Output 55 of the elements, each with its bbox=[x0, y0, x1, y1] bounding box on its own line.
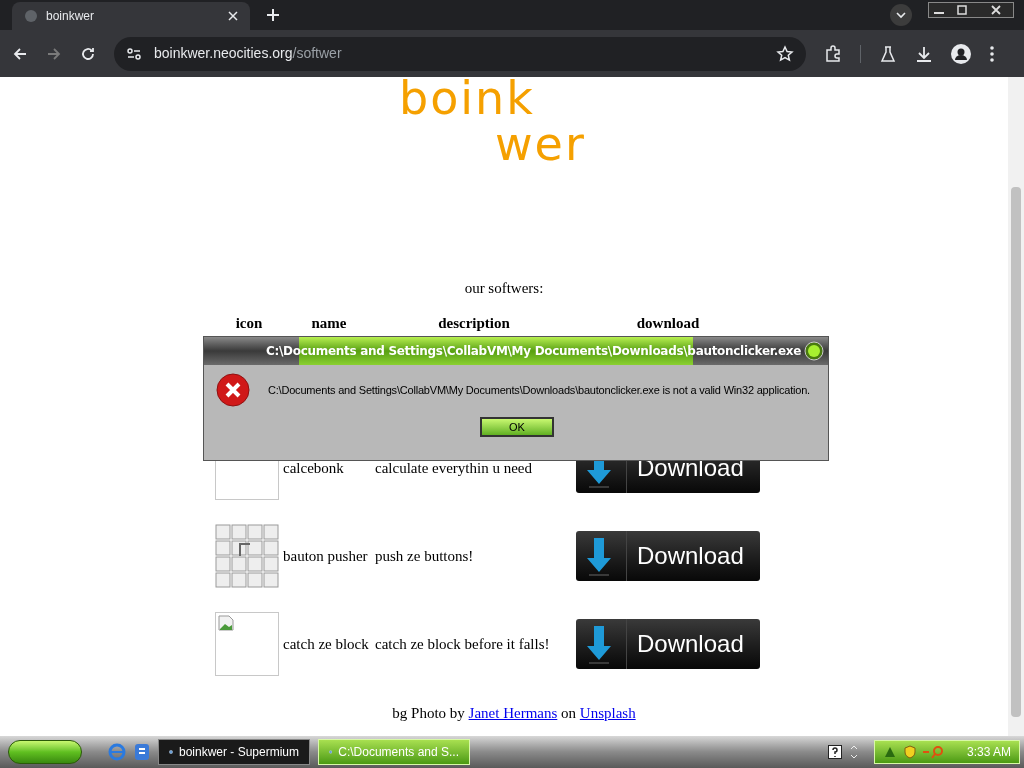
broken-image bbox=[215, 612, 279, 676]
network-icon[interactable] bbox=[883, 745, 897, 759]
close-icon[interactable] bbox=[228, 11, 238, 21]
expand-icon[interactable] bbox=[850, 744, 858, 760]
error-icon bbox=[216, 373, 250, 407]
download-button[interactable]: Download bbox=[576, 531, 760, 581]
forward-icon[interactable] bbox=[46, 45, 62, 62]
arrow-down-icon bbox=[586, 624, 612, 664]
start-button[interactable] bbox=[8, 740, 82, 764]
page-heading: our softwers: bbox=[464, 279, 544, 298]
url-text: boinkwer.neocities.org/softwer bbox=[154, 44, 343, 63]
globe-icon bbox=[24, 9, 38, 23]
column-header: name bbox=[311, 313, 347, 333]
back-icon[interactable] bbox=[12, 45, 28, 62]
site-logo: boink wer bbox=[399, 75, 587, 167]
star-icon[interactable] bbox=[776, 44, 794, 63]
dialog-title: C:\Documents and Settings\CollabVM\My Documents\Downloads\bautonclicker.exe bbox=[266, 343, 802, 360]
address-bar[interactable]: boinkwer.neocities.org/softwer bbox=[114, 36, 806, 71]
reload-icon[interactable] bbox=[80, 45, 96, 62]
tab-title: boinkwer bbox=[46, 8, 96, 25]
help-icon[interactable] bbox=[828, 745, 842, 759]
photo-credit: bg Photo by Janet Hermans on Unsplash bbox=[392, 704, 636, 723]
scrollbar[interactable] bbox=[1008, 77, 1024, 737]
table-cell: push ze buttons! bbox=[375, 547, 474, 564]
table-cell: catch ze block bbox=[283, 635, 369, 652]
new-tab-icon[interactable] bbox=[266, 8, 280, 22]
scrollbar-thumb[interactable] bbox=[1011, 187, 1021, 717]
column-header: icon bbox=[235, 313, 263, 333]
download-button[interactable]: Download bbox=[576, 619, 760, 669]
window-controls-icon[interactable] bbox=[928, 2, 1014, 18]
chevron-icon[interactable] bbox=[890, 4, 912, 26]
column-header: download bbox=[636, 313, 700, 333]
close-icon[interactable] bbox=[804, 341, 824, 361]
error-message: C:\Documents and Settings\CollabVM\My Documents\Downloads\bautonclicker.exe is not a valid Win32 application. bbox=[268, 382, 810, 398]
shield-icon[interactable] bbox=[903, 745, 917, 759]
extensions-icon[interactable] bbox=[824, 44, 842, 63]
table-cell: calculate everythin u need bbox=[375, 459, 532, 476]
taskbar-button[interactable]: boinkwer - Supermium bbox=[158, 739, 310, 765]
column-header: description bbox=[438, 313, 510, 333]
browser-tab[interactable]: boinkwer bbox=[12, 2, 250, 30]
author-link[interactable]: Janet Hermans bbox=[468, 705, 558, 721]
clock: 3:33 AM bbox=[966, 744, 1011, 761]
site-link[interactable]: Unsplash bbox=[579, 705, 636, 721]
arrow-down-icon bbox=[586, 536, 612, 576]
profile-icon[interactable] bbox=[951, 43, 971, 64]
button-grid-icon bbox=[215, 524, 279, 588]
app-icon[interactable] bbox=[134, 743, 150, 761]
table-cell: catch ze block before it falls! bbox=[375, 635, 550, 652]
table-cell: calcebonk bbox=[283, 459, 344, 476]
menu-icon[interactable] bbox=[989, 44, 995, 63]
site-info-icon[interactable] bbox=[126, 45, 142, 62]
flask-icon[interactable] bbox=[879, 44, 897, 63]
download-icon[interactable] bbox=[915, 44, 933, 63]
ok-button[interactable]: OK bbox=[480, 417, 554, 437]
table-cell: bauton pusher bbox=[283, 547, 368, 564]
